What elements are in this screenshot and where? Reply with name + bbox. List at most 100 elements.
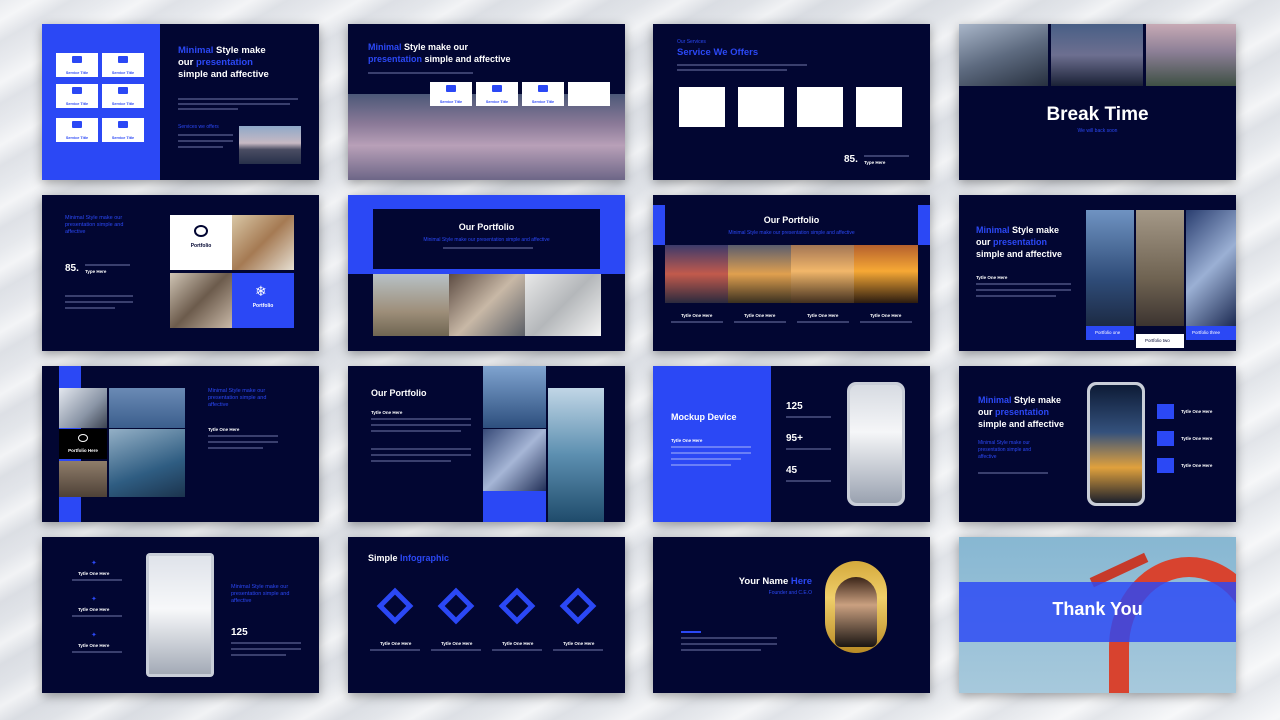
text-line <box>208 447 263 449</box>
service-card: Service Title <box>102 84 144 108</box>
text-line <box>178 98 298 100</box>
item-title: Tytle One Here <box>681 313 713 318</box>
sunset-photo-2 <box>728 245 791 303</box>
title-text: Style make <box>213 45 266 56</box>
service-icon <box>697 95 707 102</box>
slide-14[interactable]: Simple Infographic Tytle One Here Tytle … <box>348 537 625 693</box>
slide-title: Break Time <box>1046 104 1149 125</box>
service-icon <box>72 87 82 94</box>
item-title: Tytle One Here <box>1181 409 1213 414</box>
infographic-diamond <box>437 587 475 625</box>
slide-11[interactable]: Mockup Device Tytle One Here 125 95+ 45 <box>653 366 930 522</box>
phone-screen <box>149 556 211 674</box>
pin-icon: ✦ <box>91 596 97 603</box>
text-line <box>976 283 1071 285</box>
slide-9[interactable]: Portfolio Here Minimal Style make our pr… <box>42 366 319 522</box>
portfolio-tab-label: Portfolio three <box>1192 330 1221 335</box>
service-title: Service Title <box>65 71 89 75</box>
text-line <box>231 648 301 650</box>
slide-8[interactable]: Minimal Style make our presentation simp… <box>959 195 1236 351</box>
phone-screen <box>850 385 902 503</box>
slide-title: Minimal Style make our presentation simp… <box>976 224 1062 260</box>
service-icon <box>584 85 594 92</box>
slide-title: Our Portfolio <box>763 215 820 225</box>
slide-subtitle: We will back soon <box>1077 128 1118 134</box>
service-card: Service Title <box>856 87 902 127</box>
slide-1[interactable]: Service Title Service Title Service Titl… <box>42 24 319 180</box>
meeting-photo <box>170 273 232 328</box>
slide-16[interactable]: Thank You <box>959 537 1236 693</box>
slide-title: Simple Infographic <box>368 553 449 563</box>
portfolio-tab-3[interactable]: Portfolio three <box>1186 326 1236 340</box>
title-text: our <box>976 237 993 247</box>
text-line <box>786 416 831 418</box>
text-line <box>860 321 912 323</box>
slide-10[interactable]: Our Portfolio Tytle One Here <box>348 366 625 522</box>
service-title: Service Title <box>485 100 509 104</box>
slide-15[interactable]: Your Name Here Founder and C.E.O <box>653 537 930 693</box>
slide-12[interactable]: Minimal Style make our presentation simp… <box>959 366 1236 522</box>
slide-4[interactable]: Break Time We will back soon <box>959 24 1236 180</box>
service-title: Service Title <box>65 102 89 106</box>
text-line <box>671 446 751 448</box>
text-line <box>786 448 831 450</box>
service-icon <box>118 87 128 94</box>
glass-tower-photo <box>109 429 185 497</box>
slide-6[interactable]: Our Portfolio Minimal Style make our pre… <box>348 195 625 351</box>
slide-5[interactable]: Minimal Style make our presentation simp… <box>42 195 319 351</box>
portfolio-blue-tile: ❄ Portfolio <box>232 273 294 328</box>
feature-icon-box <box>1157 404 1174 419</box>
dark-band <box>665 205 918 245</box>
slide-13[interactable]: ✦ Tytle One Here ✦ Tytle One Here ✦ Tytl… <box>42 537 319 693</box>
item-title: Tytle One Here <box>78 607 110 612</box>
text-line <box>178 108 238 110</box>
presenter-role: Founder and C.E.O <box>768 590 812 596</box>
text-line <box>178 134 233 136</box>
title-text: our <box>178 57 196 68</box>
text-line <box>72 615 122 617</box>
pin-icon: ✦ <box>91 632 97 639</box>
text-line <box>671 464 731 466</box>
phone-mockup <box>146 553 214 677</box>
title-accent: We Offers <box>713 47 759 58</box>
slide-7[interactable]: Our Portfolio Minimal Style make our pre… <box>653 195 930 351</box>
title-accent: Minimal <box>978 395 1012 405</box>
stat-number: 125 <box>786 401 803 412</box>
text-line <box>368 72 473 74</box>
portfolio-tab-1[interactable]: Portfolio one <box>1086 326 1134 340</box>
street-photo <box>1136 210 1184 326</box>
title-text: simple and affective <box>422 54 511 64</box>
skyline-photo <box>1051 24 1143 86</box>
service-title: Service Title <box>577 100 601 104</box>
title-accent: presentation <box>368 54 423 64</box>
slide-subtitle: Minimal Style make our presentation simp… <box>728 230 855 236</box>
portfolio-tab-label: Portfolio one <box>1095 330 1121 335</box>
street-photo <box>59 461 107 497</box>
portfolio-tab-2[interactable]: Portfolio two <box>1136 334 1184 348</box>
portfolio-label: Portfolio <box>252 303 274 309</box>
text-line <box>370 649 420 651</box>
slide-2[interactable]: Minimal Style make our presentation simp… <box>348 24 625 180</box>
slide-subtitle: Minimal Style make our presentation simp… <box>978 440 1032 460</box>
service-card: Service Title <box>56 118 98 142</box>
text-line <box>178 146 223 148</box>
title-accent: Infographic <box>400 553 450 563</box>
tower-photo-2 <box>483 429 546 491</box>
slide-title: Service We Offers <box>677 47 758 58</box>
stat-label: Type Here <box>85 269 107 274</box>
stat-number: 85. <box>844 154 858 165</box>
bridge-photo <box>1146 24 1236 86</box>
title-accent: Service <box>677 47 714 58</box>
title-text: Style make our <box>401 42 469 52</box>
name-text: Your Name <box>738 576 791 587</box>
slide-3[interactable]: Our Services Service We Offers Service T… <box>653 24 930 180</box>
item-title: Tytle One Here <box>78 643 110 648</box>
service-card: Service Title <box>679 87 725 127</box>
text-line <box>231 642 301 644</box>
text-line <box>178 103 290 105</box>
title-accent: Minimal <box>976 225 1010 235</box>
sunset-photo-1 <box>665 245 728 303</box>
phone-screen <box>1090 385 1142 503</box>
text-line <box>864 155 909 157</box>
pin-icon: ✦ <box>91 560 97 567</box>
